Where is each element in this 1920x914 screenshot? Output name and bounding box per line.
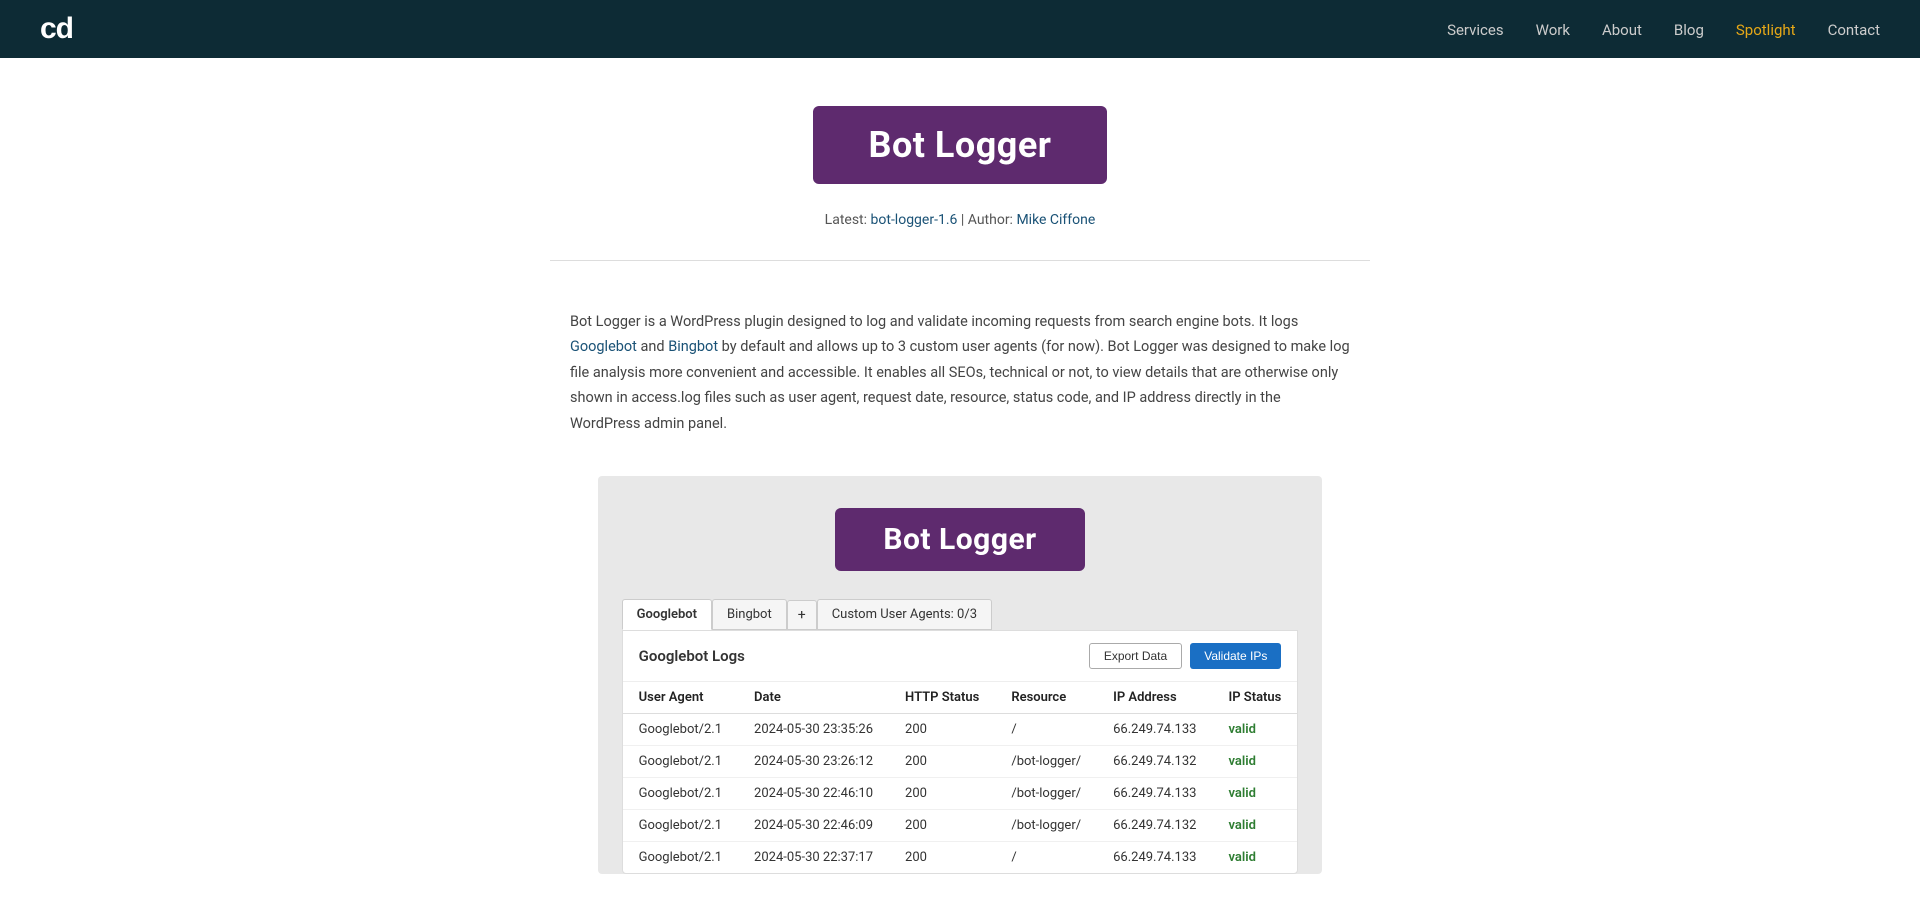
cell-http-status: 200 (889, 745, 995, 777)
cell-resource: /bot-logger/ (995, 745, 1097, 777)
tab-googlebot[interactable]: Googlebot (622, 599, 712, 630)
cell-ip-status: valid (1212, 713, 1297, 745)
nav-about[interactable]: About (1602, 21, 1642, 39)
export-data-button[interactable]: Export Data (1089, 643, 1182, 669)
bingbot-link[interactable]: Bingbot (668, 338, 718, 355)
nav-links: Services Work About Blog Spotlight Conta… (1447, 20, 1880, 39)
logo[interactable]: cd (40, 8, 92, 51)
cell-ip-address: 66.249.74.133 (1097, 841, 1212, 873)
cell-resource: / (995, 841, 1097, 873)
button-group: Export Data Validate IPs (1089, 643, 1282, 669)
hero-section: Bot Logger Latest: bot-logger-1.6 | Auth… (0, 58, 1920, 309)
table-header-row: User Agent Date HTTP Status Resource IP … (623, 682, 1298, 714)
cell-date: 2024-05-30 23:26:12 (738, 745, 889, 777)
navbar: cd Services Work About Blog Spotlight Co… (0, 0, 1920, 58)
description-section: Bot Logger is a WordPress plugin designe… (550, 309, 1370, 476)
meta-author-link[interactable]: Mike Ciffone (1016, 212, 1095, 228)
col-ip-address: IP Address (1097, 682, 1212, 714)
col-user-agent: User Agent (623, 682, 738, 714)
cell-ip-address: 66.249.74.133 (1097, 777, 1212, 809)
table-title: Googlebot Logs (639, 647, 745, 665)
cell-date: 2024-05-30 22:46:09 (738, 809, 889, 841)
cell-resource: /bot-logger/ (995, 809, 1097, 841)
cell-ip-status: valid (1212, 809, 1297, 841)
hero-meta: Latest: bot-logger-1.6 | Author: Mike Ci… (825, 212, 1096, 228)
cell-ip-status: valid (1212, 841, 1297, 873)
cell-user-agent: Googlebot/2.1 (623, 745, 738, 777)
tab-custom-agents[interactable]: Custom User Agents: 0/3 (817, 599, 992, 630)
cell-user-agent: Googlebot/2.1 (623, 809, 738, 841)
col-resource: Resource (995, 682, 1097, 714)
nav-contact[interactable]: Contact (1828, 21, 1880, 39)
page-content: Bot Logger Latest: bot-logger-1.6 | Auth… (0, 58, 1920, 914)
screenshot-badge: Bot Logger (835, 508, 1084, 571)
cell-resource: /bot-logger/ (995, 777, 1097, 809)
tabs-container: Googlebot Bingbot + Custom User Agents: … (622, 599, 1299, 630)
cell-date: 2024-05-30 22:46:10 (738, 777, 889, 809)
nav-spotlight[interactable]: Spotlight (1736, 21, 1796, 39)
nav-services[interactable]: Services (1447, 21, 1504, 39)
logs-table: User Agent Date HTTP Status Resource IP … (623, 682, 1298, 873)
col-ip-status: IP Status (1212, 682, 1297, 714)
desc-text-1: Bot Logger is a WordPress plugin designe… (570, 313, 1298, 330)
cell-http-status: 200 (889, 809, 995, 841)
cell-http-status: 200 (889, 713, 995, 745)
meta-version-link[interactable]: bot-logger-1.6 (871, 212, 958, 228)
screenshot-box: Bot Logger Googlebot Bingbot + Custom Us… (598, 476, 1323, 874)
meta-separator: | (961, 212, 968, 228)
tab-bingbot[interactable]: Bingbot (712, 599, 787, 630)
meta-latest-label: Latest: (825, 212, 867, 228)
hero-divider (550, 260, 1370, 261)
googlebot-link[interactable]: Googlebot (570, 338, 637, 355)
cell-user-agent: Googlebot/2.1 (623, 841, 738, 873)
meta-author-label: Author: (968, 212, 1013, 228)
cell-user-agent: Googlebot/2.1 (623, 777, 738, 809)
col-date: Date (738, 682, 889, 714)
table-row: Googlebot/2.1 2024-05-30 22:46:10 200 /b… (623, 777, 1298, 809)
desc-text-2: and (637, 338, 668, 355)
nav-work[interactable]: Work (1536, 21, 1570, 39)
cell-http-status: 200 (889, 777, 995, 809)
tab-add[interactable]: + (787, 600, 817, 630)
table-row: Googlebot/2.1 2024-05-30 23:26:12 200 /b… (623, 745, 1298, 777)
svg-text:cd: cd (40, 12, 73, 44)
cell-user-agent: Googlebot/2.1 (623, 713, 738, 745)
cell-ip-address: 66.249.74.132 (1097, 809, 1212, 841)
nav-blog[interactable]: Blog (1674, 21, 1704, 39)
cell-ip-address: 66.249.74.133 (1097, 713, 1212, 745)
cell-date: 2024-05-30 23:35:26 (738, 713, 889, 745)
table-header: Googlebot Logs Export Data Validate IPs (623, 631, 1298, 682)
validate-ips-button[interactable]: Validate IPs (1190, 643, 1281, 669)
cell-resource: / (995, 713, 1097, 745)
table-row: Googlebot/2.1 2024-05-30 22:46:09 200 /b… (623, 809, 1298, 841)
cell-ip-address: 66.249.74.132 (1097, 745, 1212, 777)
cell-http-status: 200 (889, 841, 995, 873)
cell-date: 2024-05-30 22:37:17 (738, 841, 889, 873)
description-text: Bot Logger is a WordPress plugin designe… (570, 309, 1350, 436)
cell-ip-status: valid (1212, 745, 1297, 777)
table-area: Googlebot Logs Export Data Validate IPs … (622, 630, 1299, 874)
table-row: Googlebot/2.1 2024-05-30 23:35:26 200 / … (623, 713, 1298, 745)
table-row: Googlebot/2.1 2024-05-30 22:37:17 200 / … (623, 841, 1298, 873)
col-http-status: HTTP Status (889, 682, 995, 714)
cell-ip-status: valid (1212, 777, 1297, 809)
hero-badge: Bot Logger (813, 106, 1108, 184)
